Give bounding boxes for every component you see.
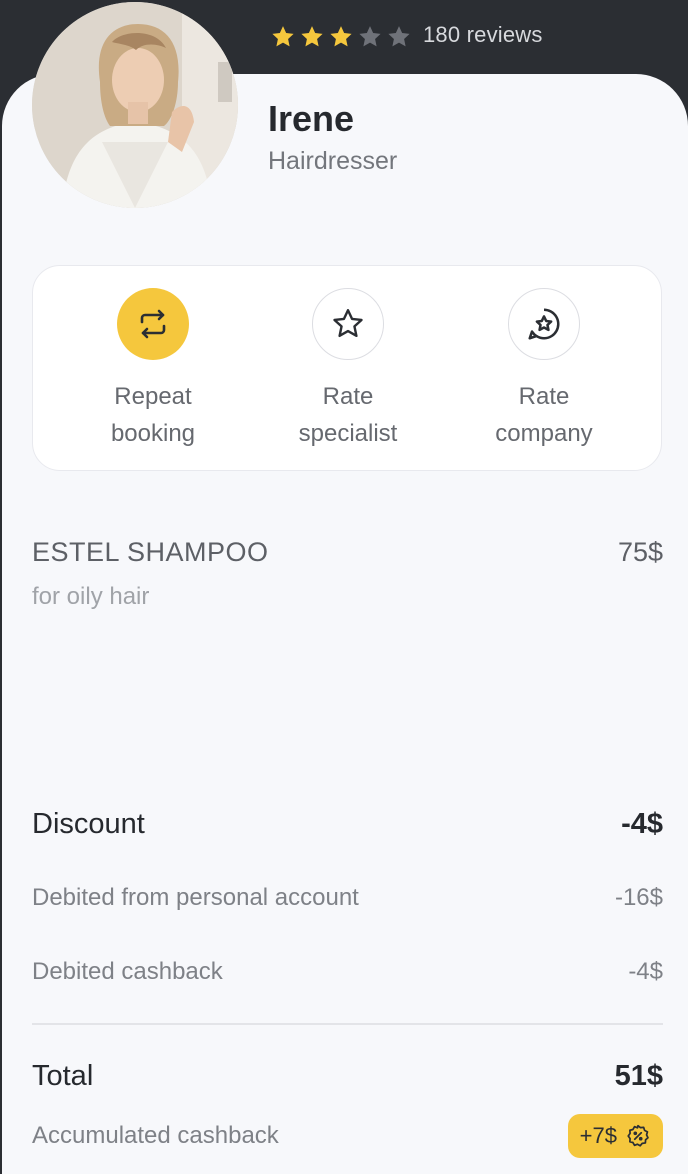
star-icon-circle	[312, 288, 384, 360]
chat-star-icon	[528, 308, 560, 340]
rate-company-button[interactable]: Rate company	[454, 288, 634, 452]
rating-stars	[270, 24, 412, 50]
debit-cashback-value: -4$	[628, 958, 663, 985]
repeat-booking-label: Repeat booking	[110, 383, 196, 447]
cashback-label: Accumulated cashback	[32, 1122, 279, 1149]
discount-label: Discount	[32, 808, 145, 840]
repeat-booking-button[interactable]: Repeat booking	[63, 288, 243, 452]
star-icon	[333, 309, 363, 338]
percent-badge-icon	[627, 1124, 649, 1147]
product-description: for oily hair	[32, 583, 150, 610]
repeat-icon-circle	[117, 288, 189, 360]
repeat-icon	[140, 309, 166, 339]
rate-specialist-button[interactable]: Rate specialist	[258, 288, 438, 452]
discount-row: Discount -4$	[32, 808, 663, 841]
product-price: 75$	[617, 537, 663, 567]
cashback-badge: +7$	[567, 1114, 663, 1158]
rate-company-label: Rate company	[495, 383, 593, 447]
product-name: ESTEL SHAMPOO	[32, 537, 269, 567]
discount-value: -4$	[621, 808, 663, 840]
specialist-name: Irene	[268, 98, 355, 139]
total-row: Total 51$	[32, 1060, 663, 1093]
star-filled-icon	[330, 26, 352, 47]
cashback-row: Accumulated cashback +7$	[32, 1114, 663, 1158]
star-empty-icon	[388, 26, 410, 47]
actions-card: Repeat booking Rate specialist Rate comp…	[32, 265, 662, 471]
debit-account-row: Debited from personal account -16$	[32, 884, 663, 912]
specialist-role: Hairdresser	[268, 147, 398, 175]
star-filled-icon	[301, 26, 323, 47]
rate-specialist-label: Rate specialist	[298, 383, 398, 447]
debit-account-label: Debited from personal account	[32, 884, 359, 911]
content-sheet	[2, 74, 688, 1174]
reviews-count[interactable]: 180 reviews	[423, 22, 543, 48]
star-filled-icon	[272, 26, 294, 47]
total-label: Total	[32, 1060, 94, 1092]
total-value: 51$	[614, 1060, 663, 1092]
chat-star-icon-circle	[508, 288, 580, 360]
star-empty-icon	[359, 26, 381, 47]
debit-account-value: -16$	[614, 884, 663, 911]
avatar	[32, 2, 238, 208]
divider	[32, 1023, 663, 1025]
debit-cashback-label: Debited cashback	[32, 958, 223, 985]
cashback-badge-value: +7$	[579, 1123, 617, 1148]
avatar-photo	[32, 2, 238, 208]
debit-cashback-row: Debited cashback -4$	[32, 958, 663, 986]
